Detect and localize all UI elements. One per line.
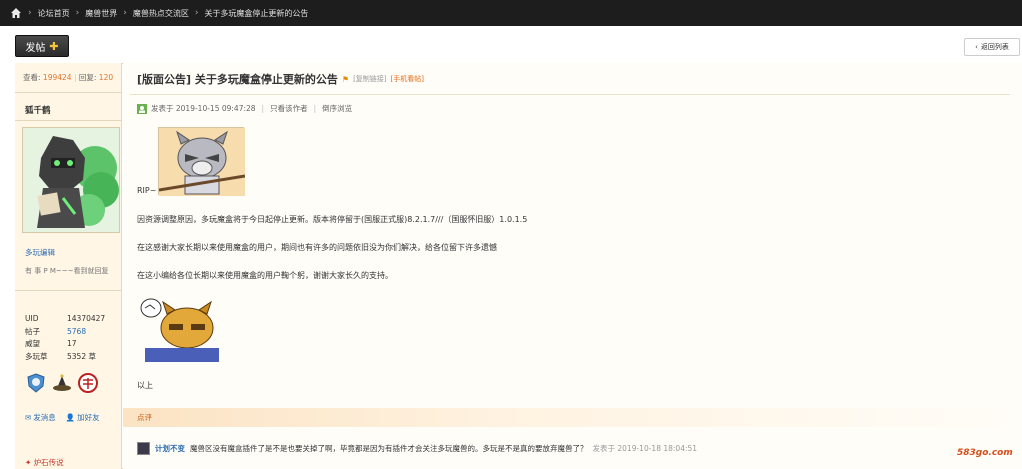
profile-row-uid: UID 14370427: [25, 313, 105, 326]
breadcrumb-separator: ›: [75, 8, 80, 18]
hearthstone-medal-tag[interactable]: ✦ 炉石传说: [25, 457, 64, 468]
sidebar-divider: [15, 120, 122, 121]
comment-user[interactable]: 计划不变: [155, 443, 185, 454]
comment-time: 发表于 2019-10-18 18:04:51: [592, 444, 698, 453]
views-count: 199424: [42, 73, 72, 82]
avatar[interactable]: [22, 127, 120, 233]
breadcrumb-separator: ›: [28, 8, 32, 18]
breadcrumb-item-wow[interactable]: 魔兽世界: [85, 8, 117, 19]
plus-icon: ✚: [49, 39, 59, 53]
author-profile: UID 14370427 帖子 5768 威望 17 多玩草 5352 草: [25, 313, 105, 363]
raccoon-sticker-drawing: [158, 128, 246, 196]
thread-stats: 查看: 199424 | 回复: 120: [23, 73, 114, 82]
profile-row-prestige: 威望 17: [25, 338, 105, 351]
bowing-raccoon-sticker-image: [137, 296, 223, 364]
post-paragraph: 因资源调整原因，多玩魔盒将于今日起停止更新。版本将停留于(国服正式服)8.2.1…: [137, 215, 528, 224]
author-signature: 有 事 P M~~~看到就回复: [25, 267, 109, 275]
new-post-label: 发帖: [25, 42, 46, 54]
back-to-list-button[interactable]: ‹ 返回列表: [964, 38, 1020, 56]
hat-medal-icon[interactable]: [51, 372, 73, 394]
mobile-view-link[interactable]: [手机看帖]: [391, 74, 424, 84]
meta-separator: |: [261, 104, 265, 113]
breadcrumb-item-current: 关于多玩魔盒停止更新的公告: [204, 8, 309, 18]
hearthstone-icon: ✦: [25, 458, 32, 467]
post-meta: 发表于 2019-10-15 09:47:28 | 只看该作者 | 倒序浏览: [137, 103, 352, 114]
profile-key: 威望: [25, 339, 40, 348]
post-ending-text: 以上: [137, 381, 153, 390]
hearthstone-label: 炉石传说: [33, 458, 64, 467]
reverse-order-link[interactable]: 倒序浏览: [322, 103, 352, 114]
sidebar-divider: [15, 92, 122, 93]
post-paragraph: 在这感谢大家长期以来使用魔盒的用户，期间也有许多的问题依旧没为你们解决，给各位留…: [137, 243, 497, 252]
thread-title-row: [版面公告] 关于多玩魔盒停止更新的公告 ⚑ [复制链接] [手机看帖]: [137, 71, 424, 87]
breadcrumb-separator: ›: [194, 8, 199, 18]
meta-separator: |: [313, 104, 317, 113]
sidebar-divider: [15, 290, 122, 291]
envelope-icon: ✉: [25, 413, 32, 422]
comment-text: 魔兽区没有魔盒插件了是不是也要关掉了啊，毕竟都是因为有插件才会关注多玩魔兽的。多…: [190, 444, 588, 453]
post-rip-text: RIP~: [137, 186, 157, 195]
hot-tag-icon: ⚑: [341, 74, 350, 84]
breadcrumb: › 论坛首页 › 魔兽世界 › 魔兽热点交流区 › 关于多玩魔盒停止更新的公告: [0, 0, 1022, 26]
medal-list: [25, 372, 99, 394]
profile-row-posts: 帖子 5768: [25, 326, 105, 339]
shield-medal-icon[interactable]: [25, 372, 47, 394]
post-paragraph: 在这小编给各位长期以来使用魔盒的用户鞠个躬，谢谢大家长久的支持。: [137, 271, 393, 280]
profile-key: UID: [25, 314, 39, 323]
profile-value: 17: [67, 339, 77, 348]
breadcrumb-item-forum-home[interactable]: 论坛首页: [38, 8, 70, 19]
author-actions: ✉ 发消息 👤 加好友: [25, 412, 100, 423]
home-icon[interactable]: [10, 7, 22, 19]
title-divider: [130, 94, 1010, 95]
chevron-left-icon: ‹: [975, 43, 978, 51]
back-to-list-label: 返回列表: [980, 43, 1009, 51]
comment-section-label: 点评: [137, 413, 152, 422]
author-group-link[interactable]: 多玩编辑: [25, 247, 55, 258]
raccoon-sticker-image: [158, 127, 246, 196]
emblem-medal-icon[interactable]: [77, 372, 99, 394]
only-author-link[interactable]: 只看该作者: [270, 103, 308, 114]
profile-key: 帖子: [25, 326, 40, 336]
breadcrumb-separator: ›: [123, 8, 127, 18]
profile-key: 多玩草: [25, 351, 48, 361]
bowing-raccoon-drawing: [140, 298, 219, 362]
avatar-illustration: [37, 136, 119, 228]
replies-label: 回复:: [78, 73, 97, 82]
replies-count: 120: [98, 73, 114, 82]
new-post-button[interactable]: 发帖 ✚: [15, 35, 69, 57]
breadcrumb-item-wow-hot[interactable]: 魔兽热点交流区: [133, 8, 189, 19]
comment-avatar[interactable]: [137, 442, 150, 455]
add-user-icon: 👤: [65, 413, 76, 422]
add-friend-label: 加好友: [77, 413, 100, 422]
profile-posts-link[interactable]: 5768: [67, 326, 86, 339]
copy-link-button[interactable]: [复制链接]: [353, 74, 386, 84]
add-friend-link[interactable]: 👤 加好友: [66, 412, 100, 423]
toolbar: [0, 26, 1022, 64]
site-watermark: 583go.com: [957, 448, 1013, 458]
views-label: 查看:: [23, 73, 41, 82]
profile-row-grass: 多玩草 5352 草: [25, 351, 105, 364]
author-name[interactable]: 狐千鹤: [25, 104, 51, 116]
profile-value: 14370427: [67, 314, 106, 323]
online-status-icon: [137, 103, 147, 114]
comment-item: 计划不变 魔兽区没有魔盒插件了是不是也要关掉了啊，毕竟都是因为有插件才会关注多玩…: [137, 442, 697, 455]
thread-title: [版面公告] 关于多玩魔盒停止更新的公告: [137, 73, 338, 86]
send-message-link[interactable]: ✉ 发消息: [25, 412, 56, 423]
comment-header-band: [123, 408, 1022, 427]
post-timestamp: 发表于 2019-10-15 09:47:28: [151, 104, 256, 113]
profile-value: 5352 草: [67, 351, 96, 361]
send-message-label: 发消息: [33, 413, 56, 422]
